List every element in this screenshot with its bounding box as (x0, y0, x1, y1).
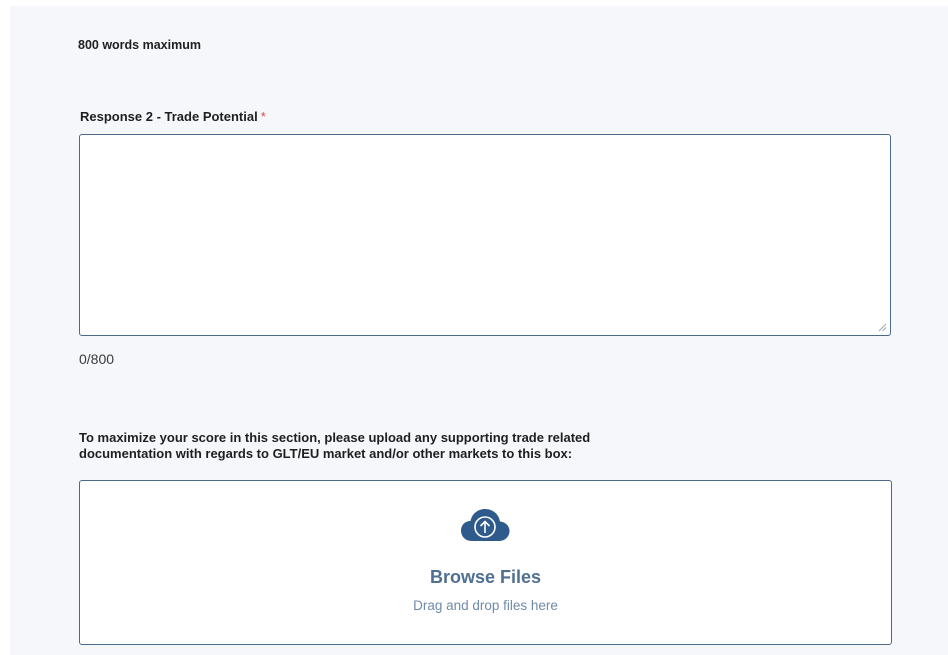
drag-drop-hint: Drag and drop files here (413, 598, 558, 613)
response-field-label-text: Response 2 - Trade Potential (80, 109, 258, 124)
file-dropzone[interactable]: Browse Files Drag and drop files here (79, 480, 892, 645)
page: 800 words maximum Response 2 - Trade Pot… (0, 0, 948, 655)
upload-instructions-line1: To maximize your score in this section, … (79, 430, 591, 445)
browse-files-button[interactable]: Browse Files (80, 567, 891, 588)
response-field-label: Response 2 - Trade Potential * (80, 109, 266, 124)
word-limit-note: 800 words maximum (78, 38, 201, 52)
word-counter: 0/800 (79, 351, 115, 367)
resize-handle-icon[interactable] (877, 322, 887, 332)
upload-instructions-line2: documentation with regards to GLT/EU mar… (79, 446, 573, 461)
upload-instructions: To maximize your score in this section, … (79, 430, 899, 462)
cloud-upload-icon[interactable] (459, 507, 511, 545)
trade-potential-textarea[interactable] (79, 134, 891, 336)
required-marker: * (260, 109, 266, 124)
top-strip (10, 0, 948, 6)
